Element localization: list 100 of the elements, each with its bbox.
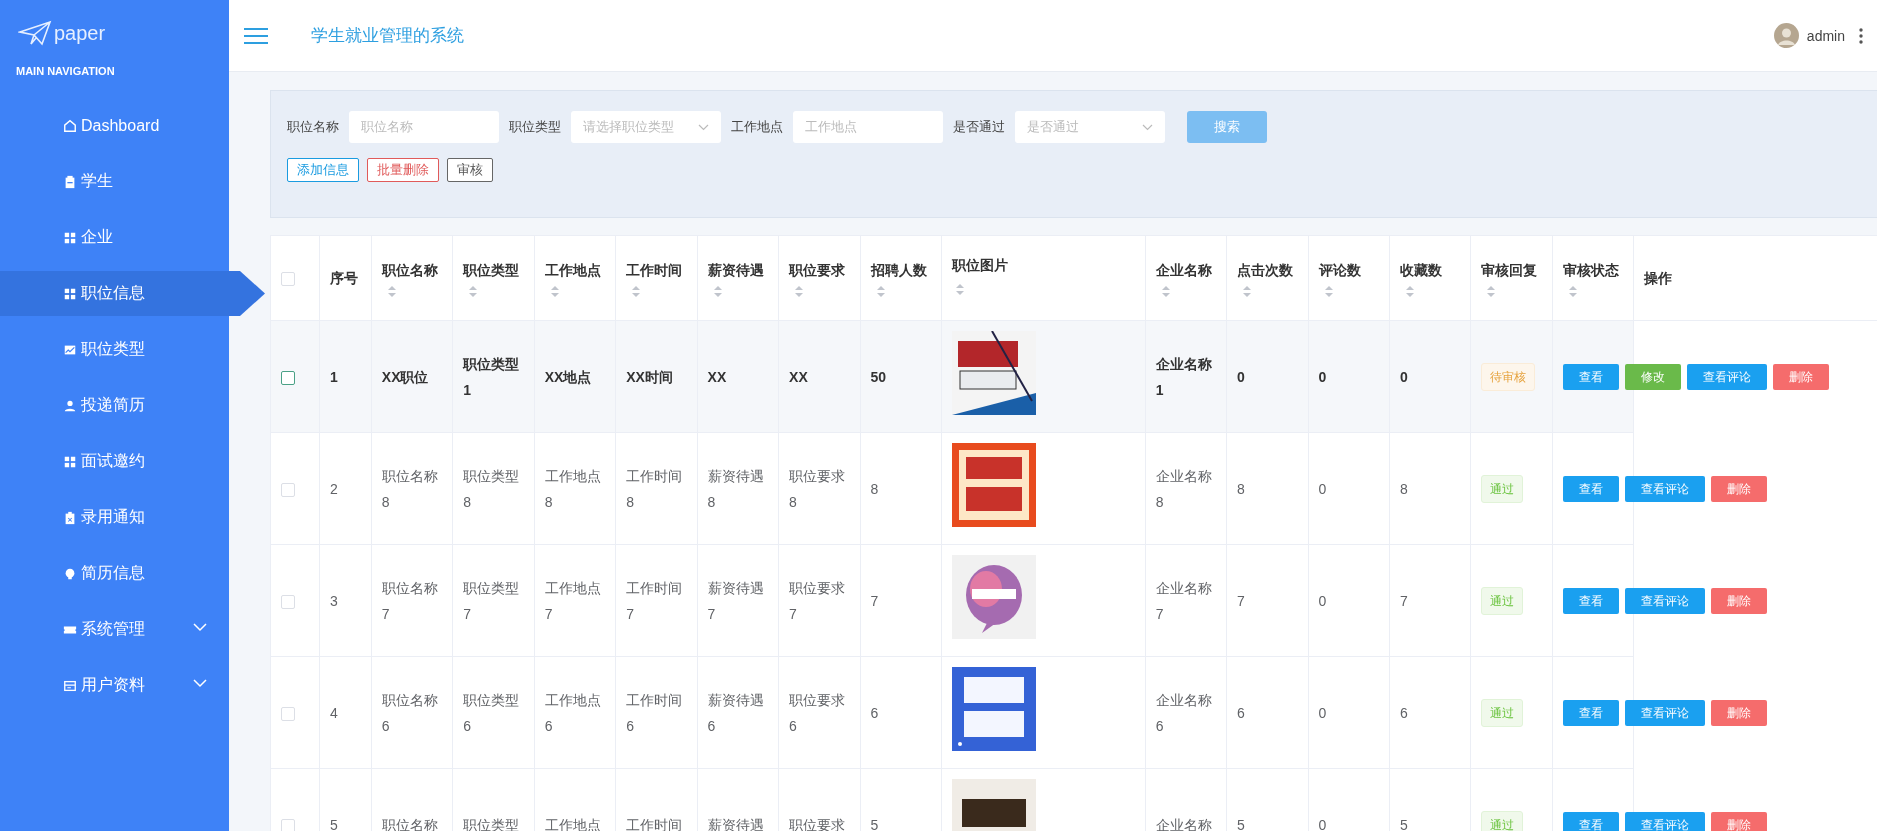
menu-icon[interactable] — [244, 26, 268, 45]
view-button[interactable]: 查看评论 — [1624, 700, 1705, 727]
sort-icon[interactable] — [1324, 285, 1333, 297]
column-header[interactable]: 点击次数 — [1237, 259, 1298, 280]
column-header[interactable]: 企业名称 — [1155, 259, 1217, 280]
bulb-icon — [63, 566, 77, 581]
column-header[interactable]: 招聘人数 — [870, 259, 931, 280]
column-header[interactable]: 工作时间 — [626, 259, 687, 280]
table-cell: XX — [707, 368, 727, 385]
sidebar-item[interactable]: 面试邀约 — [0, 439, 229, 484]
username[interactable]: admin — [1806, 27, 1845, 44]
delete-button[interactable]: 批量删除 — [367, 158, 439, 182]
delete-button[interactable]: 删除 — [1710, 700, 1767, 727]
table-cell: 5 — [329, 816, 338, 831]
view-button[interactable]: 查看 — [1562, 364, 1619, 391]
sidebar-item[interactable]: 企业 — [0, 215, 229, 260]
sidebar-item[interactable]: Dashboard — [0, 103, 229, 148]
table-cell: 职位名称6 — [381, 691, 438, 734]
view-button[interactable]: 查看评论 — [1624, 812, 1705, 831]
status-tag: 待审核 — [1481, 362, 1536, 391]
input-field[interactable]: 职位名称 — [349, 111, 499, 143]
column-header[interactable]: 工作地点 — [544, 259, 606, 280]
input-field[interactable]: 工作地点 — [793, 111, 943, 143]
add-button[interactable]: 添加信息 — [287, 158, 359, 182]
column-header[interactable]: 审核状态 — [1562, 259, 1624, 280]
sort-icon[interactable] — [713, 285, 722, 297]
table-cell: 职位类型8 — [463, 467, 520, 510]
sort-icon[interactable] — [469, 285, 478, 297]
table-cell: 8 — [1400, 480, 1408, 497]
clipboard-icon — [63, 174, 77, 189]
table-cell: 6 — [1400, 704, 1408, 721]
view-button[interactable]: 查看 — [1562, 476, 1619, 503]
table-cell: 0 — [1318, 816, 1327, 831]
column-header[interactable]: 收藏数 — [1400, 259, 1461, 280]
delete-button[interactable]: 删除 — [1710, 476, 1767, 503]
sort-icon[interactable] — [1161, 285, 1170, 297]
table-cell: 7 — [1237, 592, 1245, 609]
sort-icon[interactable] — [1568, 285, 1577, 297]
sort-icon[interactable] — [1487, 285, 1496, 297]
column-header[interactable]: 职位类型 — [463, 259, 524, 280]
view-button[interactable]: 查看 — [1562, 588, 1619, 615]
sort-icon[interactable] — [876, 285, 885, 297]
status-tag: 通过 — [1481, 586, 1524, 615]
column-header[interactable]: 职位名称 — [381, 259, 443, 280]
app-title: 学生就业管理的系统 — [311, 25, 465, 47]
view-button[interactable]: 查看评论 — [1686, 364, 1767, 391]
sidebar-item[interactable]: 录用通知 — [0, 495, 229, 540]
table-cell: 2 — [329, 480, 338, 497]
dropdown-field[interactable]: 请选择职位类型 — [571, 111, 721, 143]
delete-button[interactable]: 删除 — [1772, 364, 1829, 391]
sort-icon[interactable] — [795, 285, 804, 297]
avatar[interactable] — [1773, 23, 1799, 48]
table-cell: 7 — [1400, 592, 1408, 609]
table-cell: 职位名称8 — [381, 467, 438, 510]
table-cell: 6 — [870, 704, 879, 721]
column-header[interactable]: 职位要求 — [789, 259, 850, 280]
table-cell: 薪资待遇 — [707, 816, 764, 831]
sort-icon[interactable] — [1406, 285, 1414, 297]
table-cell: 8 — [870, 480, 879, 497]
table-cell: 薪资待遇8 — [707, 467, 764, 510]
view-button[interactable]: 查看 — [1562, 700, 1619, 727]
sidebar-item[interactable]: 职位类型 — [0, 327, 229, 372]
sort-icon[interactable] — [550, 285, 559, 297]
sort-icon[interactable] — [1243, 285, 1252, 297]
delete-button[interactable]: 删除 — [1710, 812, 1767, 831]
delete-button[interactable]: 删除 — [1710, 588, 1767, 615]
table-cell: 职位类型1 — [463, 355, 520, 398]
sort-icon[interactable] — [955, 283, 964, 295]
sort-icon[interactable] — [387, 285, 396, 297]
sidebar-item[interactable]: 学生 — [0, 159, 229, 204]
table-cell: 薪资待遇7 — [707, 579, 764, 622]
more-icon[interactable] — [1859, 27, 1863, 44]
column-header[interactable]: 薪资待遇 — [707, 259, 769, 280]
search-button[interactable]: 搜索 — [1187, 111, 1267, 143]
sort-icon[interactable] — [632, 285, 641, 297]
column-header[interactable]: 审核回复 — [1481, 259, 1542, 280]
checkbox[interactable] — [281, 370, 295, 385]
logo-text: paper — [54, 21, 106, 45]
table-cell: 50 — [870, 368, 887, 385]
table-cell: 工作时间7 — [626, 579, 683, 622]
view-button[interactable]: 查看评论 — [1624, 476, 1705, 503]
dropdown-field[interactable]: 是否通过 — [1015, 111, 1165, 143]
table-cell: 职位类型 — [463, 816, 520, 831]
grid-icon — [63, 454, 77, 469]
table-cell: 0 — [1400, 368, 1408, 385]
audit-button[interactable]: 审核 — [447, 158, 493, 182]
badge-icon — [63, 510, 77, 525]
user-icon — [63, 398, 77, 413]
sidebar-item[interactable]: 系统管理 — [0, 607, 229, 652]
table-cell: 0 — [1318, 368, 1327, 385]
sidebar-item[interactable]: 职位信息 — [0, 271, 265, 316]
column-header[interactable]: 评论数 — [1318, 259, 1379, 280]
sidebar-item[interactable]: 简历信息 — [0, 551, 229, 596]
table-cell: 企业名称8 — [1155, 467, 1212, 510]
sidebar-item[interactable]: 投递简历 — [0, 383, 229, 428]
sidebar-item[interactable]: 用户资料 — [0, 663, 229, 708]
view-button[interactable]: 查看评论 — [1624, 588, 1705, 615]
view-button[interactable]: 查看 — [1562, 812, 1619, 831]
filter-label: 工作地点 — [731, 118, 783, 136]
edit-button[interactable]: 修改 — [1624, 364, 1681, 391]
